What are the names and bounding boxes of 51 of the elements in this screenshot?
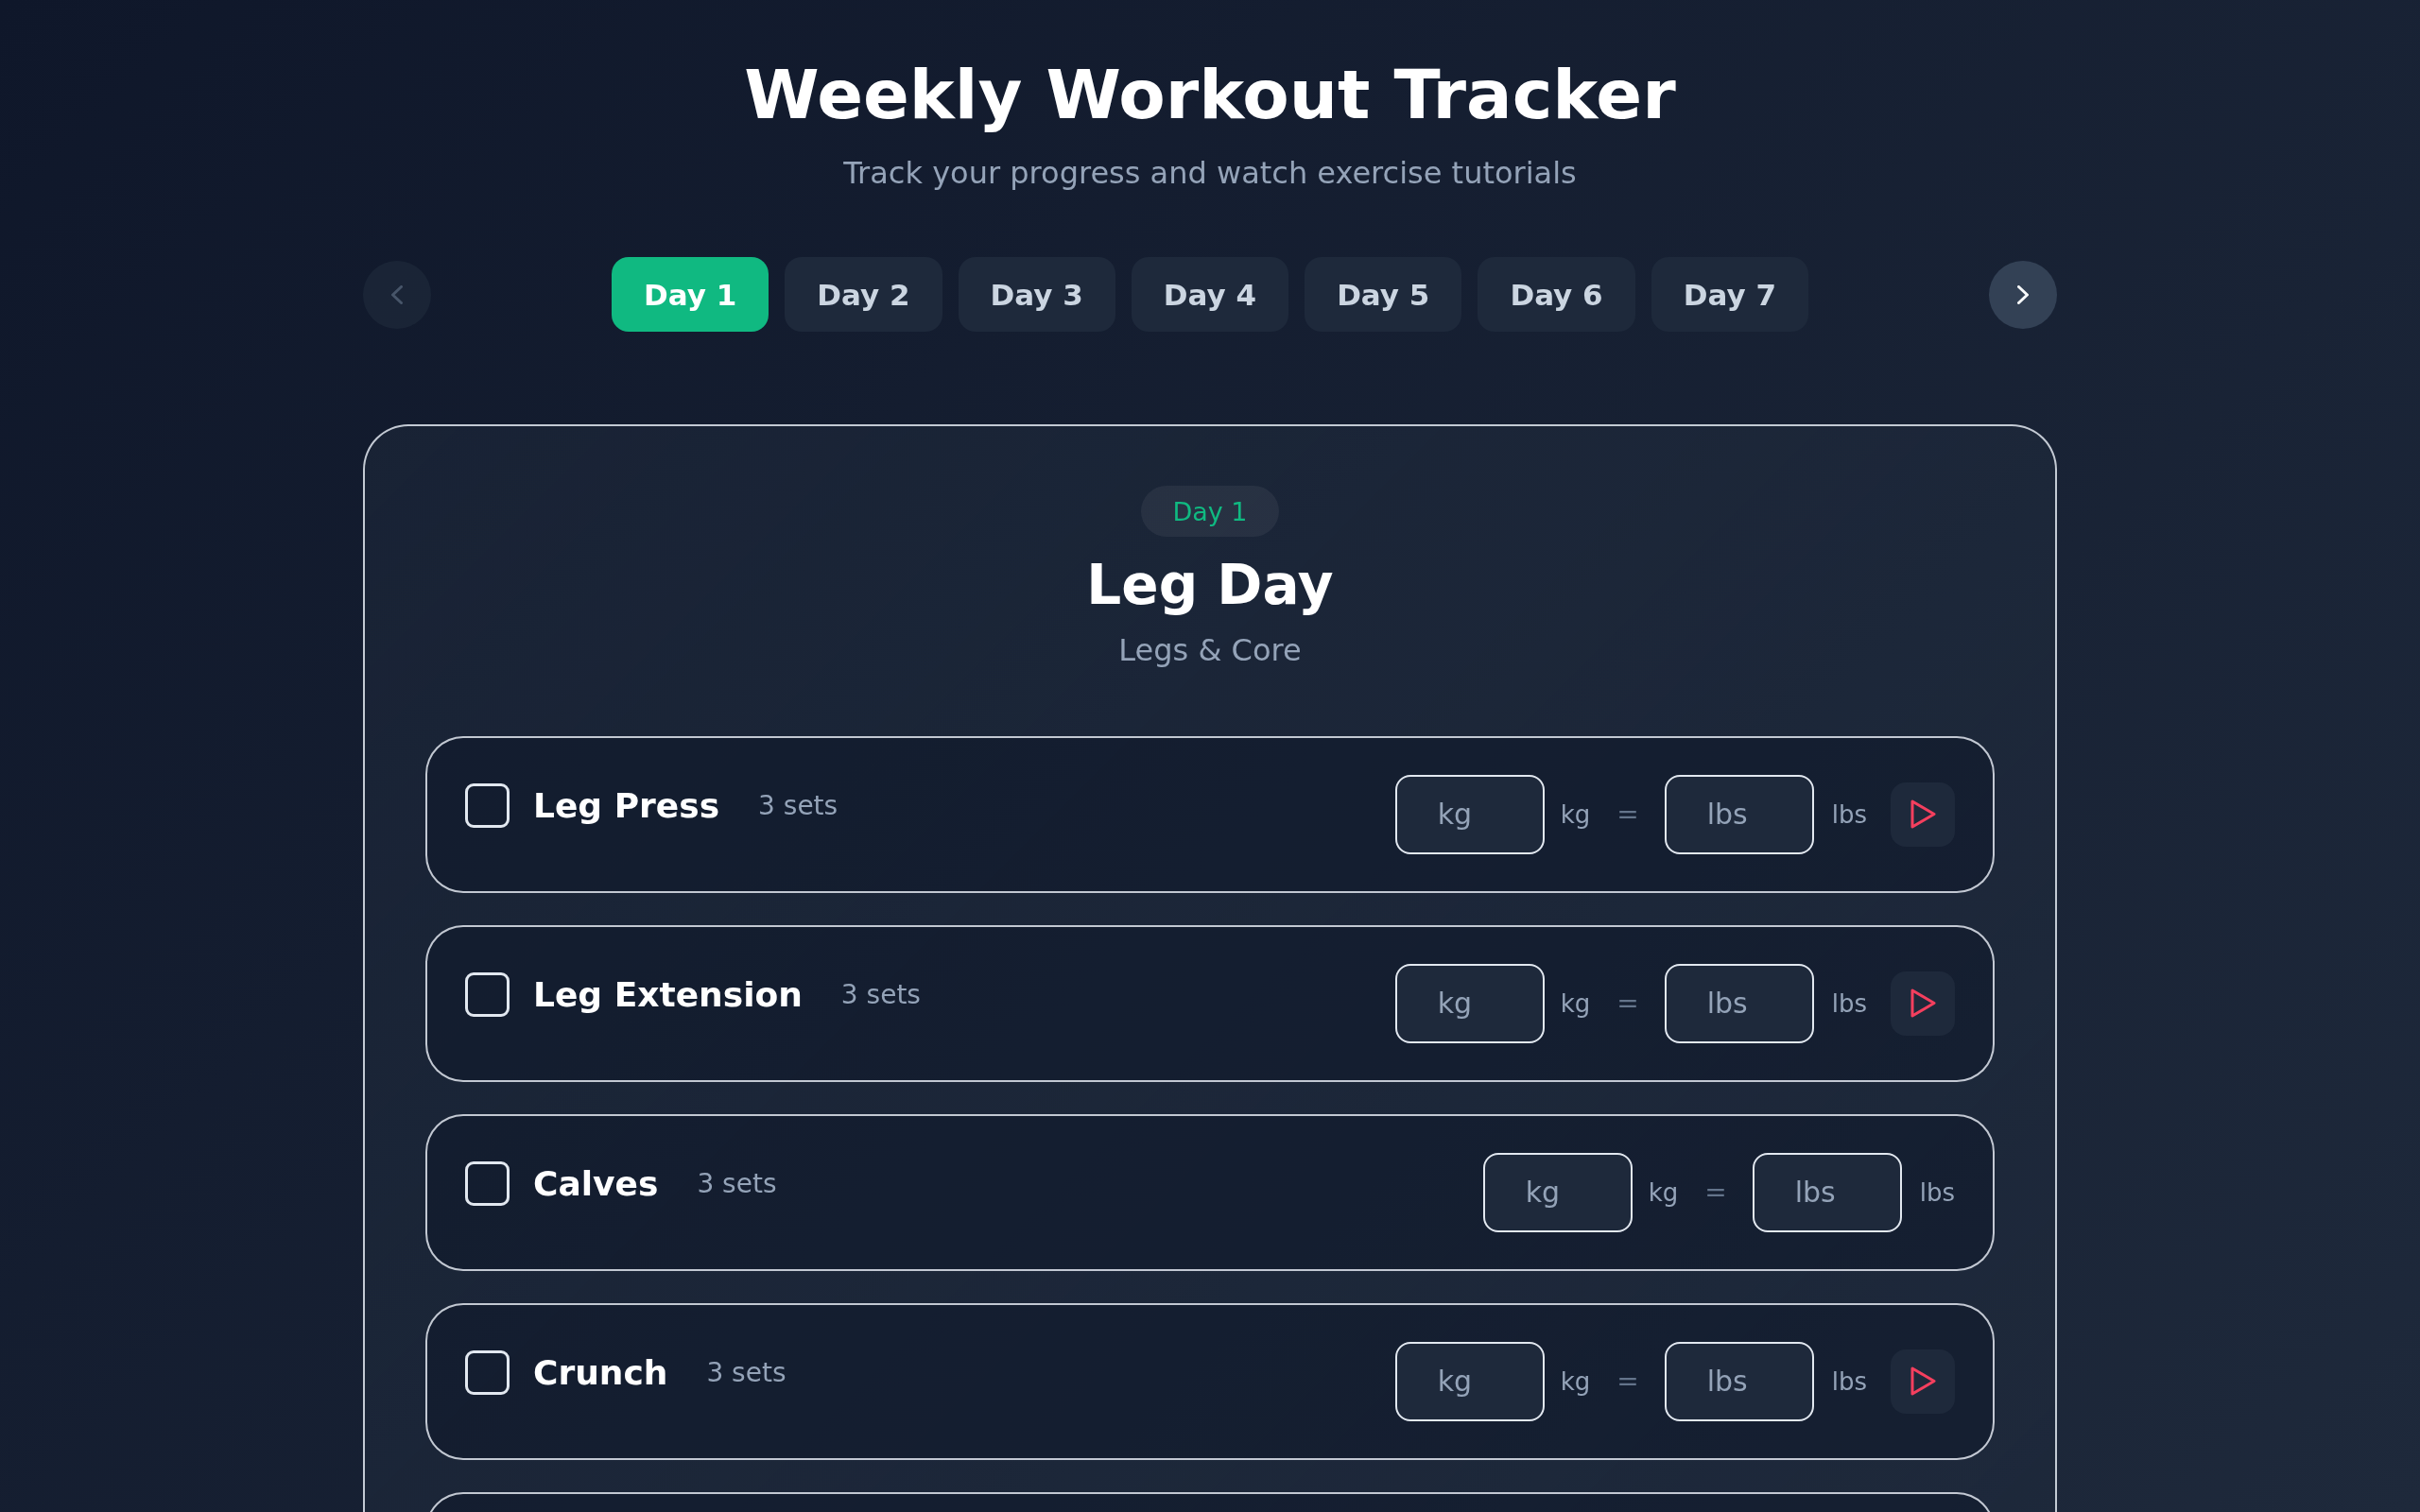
day-badge: Day 1	[1141, 486, 1279, 538]
chevron-right-icon	[2017, 284, 2029, 304]
equals-sign: =	[1616, 799, 1639, 831]
unit-label: lbs	[1831, 1367, 1867, 1396]
lbs-input[interactable]: lbs	[1664, 1342, 1814, 1421]
checkbox[interactable]	[465, 783, 510, 829]
play-button[interactable]	[1891, 971, 1955, 1036]
day-tab[interactable]: Day 5	[1305, 257, 1462, 333]
exercise-name: Crunch	[533, 1353, 668, 1393]
exercise-name: Leg Extension	[533, 975, 803, 1015]
play-icon	[1910, 988, 1936, 1019]
day-tab[interactable]: Day 3	[958, 257, 1115, 333]
play-button[interactable]	[1891, 782, 1955, 847]
unit-label: kg	[1560, 1367, 1591, 1396]
day-focus: Legs & Core	[1118, 631, 1302, 670]
sets-count: 3 sets	[697, 1168, 777, 1200]
sets-count: 3 sets	[840, 979, 921, 1011]
unit-label: lbs	[1831, 800, 1867, 829]
kg-input[interactable]: kg	[1394, 775, 1545, 854]
play-icon	[1910, 799, 1936, 830]
page-title: Weekly Workout Tracker	[744, 54, 1676, 136]
unit-label: kg	[1648, 1178, 1679, 1207]
day-tab[interactable]: Day 4	[1131, 257, 1289, 333]
kg-input[interactable]: kg	[1394, 1342, 1545, 1421]
lbs-input[interactable]: lbs	[1752, 1153, 1902, 1232]
day-tab[interactable]: Day 6	[1478, 257, 1635, 333]
play-button[interactable]	[1891, 1349, 1955, 1414]
exercise-name: Calves	[533, 1164, 659, 1204]
kg-input[interactable]: kg	[1482, 1153, 1633, 1232]
exercise-name: Leg Press	[533, 786, 720, 826]
equals-sign: =	[1704, 1177, 1727, 1209]
play-icon	[1910, 1366, 1936, 1397]
day-tab[interactable]: Day 2	[785, 257, 942, 333]
unit-label: kg	[1560, 989, 1591, 1018]
sets-count: 3 sets	[706, 1357, 786, 1389]
chevron-left-icon	[391, 284, 403, 304]
checkbox[interactable]	[465, 972, 510, 1018]
sets-count: 3 sets	[758, 790, 838, 822]
day-tab[interactable]: Day 7	[1651, 257, 1808, 333]
unit-label: lbs	[1831, 989, 1867, 1018]
equals-sign: =	[1616, 988, 1639, 1020]
unit-label: kg	[1560, 800, 1591, 829]
checkbox[interactable]	[465, 1350, 510, 1396]
checkbox[interactable]	[465, 1161, 510, 1207]
page-subtitle: Track your progress and watch exercise tutorials	[843, 154, 1577, 194]
kg-input[interactable]: kg	[1394, 964, 1545, 1043]
unit-label: lbs	[1919, 1178, 1955, 1207]
lbs-input[interactable]: lbs	[1664, 775, 1814, 854]
day-title: Leg Day	[1086, 553, 1334, 619]
lbs-input[interactable]: lbs	[1664, 964, 1814, 1043]
equals-sign: =	[1616, 1366, 1639, 1398]
